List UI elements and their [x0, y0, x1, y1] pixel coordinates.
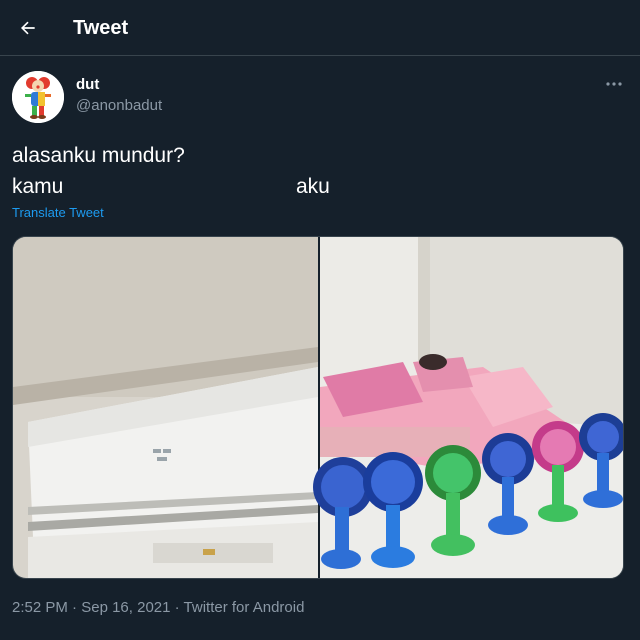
- author-name[interactable]: dut: [76, 76, 99, 93]
- meta-separator-1: ·: [67, 599, 82, 616]
- more-options-button[interactable]: [600, 74, 628, 94]
- back-button[interactable]: [12, 12, 44, 44]
- tweet-date[interactable]: Sep 16, 2021: [81, 599, 170, 616]
- room-with-many-fans-photo[interactable]: [313, 237, 624, 579]
- more-horizontal-icon: [606, 82, 622, 86]
- page-title: Tweet: [73, 17, 129, 39]
- top-bar: Tweet: [0, 0, 640, 56]
- tweet-meta: 2:52 PM · Sep 16, 2021 · Twitter for And…: [12, 599, 304, 616]
- author-handle[interactable]: @anonbadut: [76, 97, 162, 114]
- tweet-text-kamu: kamu: [12, 175, 64, 198]
- tweet-time[interactable]: 2:52 PM: [12, 599, 68, 616]
- avatar[interactable]: [12, 71, 64, 123]
- tweet-media[interactable]: [12, 236, 624, 579]
- arrow-left-icon: [21, 21, 35, 35]
- meta-separator-2: ·: [170, 599, 184, 616]
- air-conditioner-photo[interactable]: [13, 237, 318, 579]
- tweet-text-aku: aku: [296, 175, 330, 198]
- tweet-source[interactable]: Twitter for Android: [184, 599, 305, 616]
- translate-tweet-link[interactable]: Translate Tweet: [12, 205, 104, 220]
- tweet-text-line-1: alasanku mundur?: [12, 144, 185, 167]
- clown-avatar-icon: [12, 71, 64, 123]
